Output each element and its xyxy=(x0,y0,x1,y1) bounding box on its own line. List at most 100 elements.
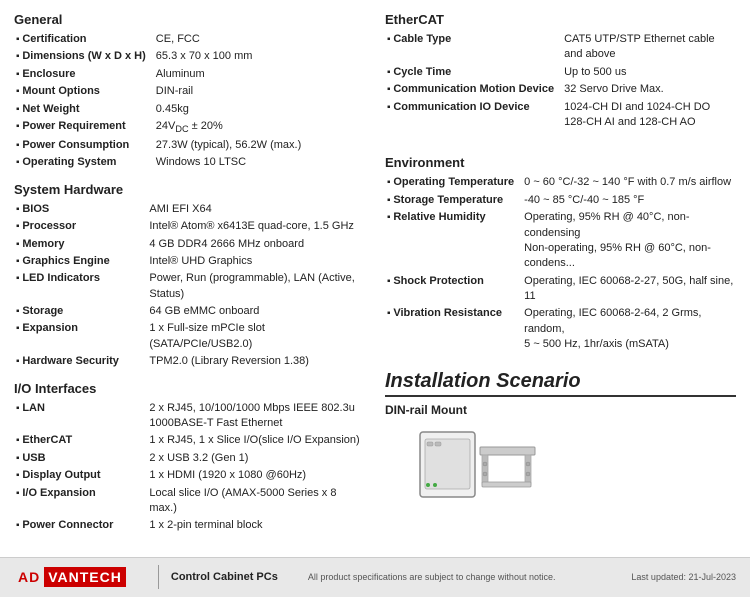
label-comm-motion: Communication Motion Device xyxy=(385,81,562,98)
label-expansion: Expansion xyxy=(14,320,147,353)
label-mount-options: Mount Options xyxy=(14,83,154,100)
value-power-requirement: 24VDC ± 20% xyxy=(154,118,365,137)
table-row: Vibration Resistance Operating, IEC 6006… xyxy=(385,305,736,353)
value-io-expansion: Local slice I/O (AMAX-5000 Series x 8 ma… xyxy=(147,485,365,518)
table-row: Relative Humidity Operating, 95% RH @ 40… xyxy=(385,209,736,273)
value-storage: 64 GB eMMC onboard xyxy=(147,303,365,320)
label-io-expansion: I/O Expansion xyxy=(14,485,147,518)
installation-title: Installation Scenario xyxy=(385,370,736,393)
footer-logo: ADVANTECH xyxy=(14,567,126,587)
table-row: LED Indicators Power, Run (programmable)… xyxy=(14,270,365,303)
label-vibration: Vibration Resistance xyxy=(385,305,522,353)
label-power-requirement: Power Requirement xyxy=(14,118,154,137)
value-humidity: Operating, 95% RH @ 40°C, non-condensing… xyxy=(522,209,736,273)
table-row: EtherCAT 1 x RJ45, 1 x Slice I/O(slice I… xyxy=(14,432,365,449)
label-ethercat-io: EtherCAT xyxy=(14,432,147,449)
value-bios: AMI EFI X64 xyxy=(147,201,365,218)
value-mount-options: DIN-rail xyxy=(154,83,365,100)
table-row: Enclosure Aluminum xyxy=(14,66,365,83)
label-os: Operating System xyxy=(14,154,154,171)
table-row: Shock Protection Operating, IEC 60068-2-… xyxy=(385,273,736,306)
value-memory: 4 GB DDR4 2666 MHz onboard xyxy=(147,236,365,253)
footer-date: Last updated: 21-Jul-2023 xyxy=(631,572,736,582)
value-hardware-security: TPM2.0 (Library Reversion 1.38) xyxy=(147,353,365,370)
table-row: Hardware Security TPM2.0 (Library Revers… xyxy=(14,353,365,370)
table-row: Display Output 1 x HDMI (1920 x 1080 @60… xyxy=(14,467,365,484)
table-row: Power Connector 1 x 2-pin terminal block xyxy=(14,517,365,534)
right-column: EtherCAT Cable Type CAT5 UTP/STP Etherne… xyxy=(385,12,736,537)
value-graphics-engine: Intel® UHD Graphics xyxy=(147,253,365,270)
table-row: Power Consumption 27.3W (typical), 56.2W… xyxy=(14,137,365,154)
ethercat-table: Cable Type CAT5 UTP/STP Ethernet cable a… xyxy=(385,31,736,131)
label-graphics-engine: Graphics Engine xyxy=(14,253,147,270)
label-lan: LAN xyxy=(14,400,147,433)
table-row: Certification CE, FCC xyxy=(14,31,365,48)
label-shock: Shock Protection xyxy=(385,273,522,306)
value-os: Windows 10 LTSC xyxy=(154,154,365,171)
table-row: Expansion 1 x Full-size mPCIe slot (SATA… xyxy=(14,320,365,353)
label-bios: BIOS xyxy=(14,201,147,218)
table-row: Communication IO Device 1024-CH DI and 1… xyxy=(385,99,736,132)
label-operating-temp: Operating Temperature xyxy=(385,174,522,191)
label-hardware-security: Hardware Security xyxy=(14,353,147,370)
label-net-weight: Net Weight xyxy=(14,101,154,118)
value-ethercat-io: 1 x RJ45, 1 x Slice I/O(slice I/O Expans… xyxy=(147,432,365,449)
label-certification: Certification xyxy=(14,31,154,48)
table-row: Memory 4 GB DDR4 2666 MHz onboard xyxy=(14,236,365,253)
table-row: BIOS AMI EFI X64 xyxy=(14,201,365,218)
table-row: LAN 2 x RJ45, 10/100/1000 Mbps IEEE 802.… xyxy=(14,400,365,433)
label-power-consumption: Power Consumption xyxy=(14,137,154,154)
label-storage: Storage xyxy=(14,303,147,320)
label-power-connector: Power Connector xyxy=(14,517,147,534)
io-table: LAN 2 x RJ45, 10/100/1000 Mbps IEEE 802.… xyxy=(14,400,365,535)
section-environment: Environment xyxy=(385,155,736,170)
value-comm-io: 1024-CH DI and 1024-CH DO128-CH AI and 1… xyxy=(562,99,736,132)
section-general: General xyxy=(14,12,365,27)
table-row: Graphics Engine Intel® UHD Graphics xyxy=(14,253,365,270)
label-storage-temp: Storage Temperature xyxy=(385,192,522,209)
value-display: 1 x HDMI (1920 x 1080 @60Hz) xyxy=(147,467,365,484)
section-io-interfaces: I/O Interfaces xyxy=(14,381,365,396)
label-processor: Processor xyxy=(14,218,147,235)
label-humidity: Relative Humidity xyxy=(385,209,522,273)
value-storage-temp: -40 ~ 85 °C/-40 ~ 185 °F xyxy=(522,192,736,209)
label-dimensions: Dimensions (W x D x H) xyxy=(14,48,154,65)
value-expansion: 1 x Full-size mPCIe slot (SATA/PCIe/USB2… xyxy=(147,320,365,353)
table-row: USB 2 x USB 3.2 (Gen 1) xyxy=(14,450,365,467)
table-row: Dimensions (W x D x H) 65.3 x 70 x 100 m… xyxy=(14,48,365,65)
footer-disclaimer: All product specifications are subject t… xyxy=(308,572,632,582)
value-cable-type: CAT5 UTP/STP Ethernet cable and above xyxy=(562,31,736,64)
label-usb: USB xyxy=(14,450,147,467)
footer-divider xyxy=(158,565,159,589)
table-row: Storage 64 GB eMMC onboard xyxy=(14,303,365,320)
value-dimensions: 65.3 x 70 x 100 mm xyxy=(154,48,365,65)
table-row: Net Weight 0.45kg xyxy=(14,101,365,118)
value-usb: 2 x USB 3.2 (Gen 1) xyxy=(147,450,365,467)
label-comm-io: Communication IO Device xyxy=(385,99,562,132)
value-shock: Operating, IEC 60068-2-27, 50G, half sin… xyxy=(522,273,736,306)
environment-table: Operating Temperature 0 ~ 60 °C/-32 ~ 14… xyxy=(385,174,736,353)
value-certification: CE, FCC xyxy=(154,31,365,48)
value-power-connector: 1 x 2-pin terminal block xyxy=(147,517,365,534)
dinrail-label: DIN-rail Mount xyxy=(385,403,736,417)
footer-category: Control Cabinet PCs xyxy=(171,571,278,583)
section-system-hardware: System Hardware xyxy=(14,182,365,197)
section-ethercat: EtherCAT xyxy=(385,12,736,27)
general-table: Certification CE, FCC Dimensions (W x D … xyxy=(14,31,365,172)
label-display: Display Output xyxy=(14,467,147,484)
label-cycle-time: Cycle Time xyxy=(385,64,562,81)
label-memory: Memory xyxy=(14,236,147,253)
table-row: Mount Options DIN-rail xyxy=(14,83,365,100)
table-row: Communication Motion Device 32 Servo Dri… xyxy=(385,81,736,98)
left-column: General Certification CE, FCC Dimensions… xyxy=(14,12,365,537)
value-enclosure: Aluminum xyxy=(154,66,365,83)
value-cycle-time: Up to 500 us xyxy=(562,64,736,81)
table-row: Storage Temperature -40 ~ 85 °C/-40 ~ 18… xyxy=(385,192,736,209)
installation-section: Installation Scenario DIN-rail Mount xyxy=(385,370,736,515)
label-cable-type: Cable Type xyxy=(385,31,562,64)
table-row: I/O Expansion Local slice I/O (AMAX-5000… xyxy=(14,485,365,518)
value-comm-motion: 32 Servo Drive Max. xyxy=(562,81,736,98)
logo-adv: AD xyxy=(14,567,44,587)
value-net-weight: 0.45kg xyxy=(154,101,365,118)
value-vibration: Operating, IEC 60068-2-64, 2 Grms, rando… xyxy=(522,305,736,353)
